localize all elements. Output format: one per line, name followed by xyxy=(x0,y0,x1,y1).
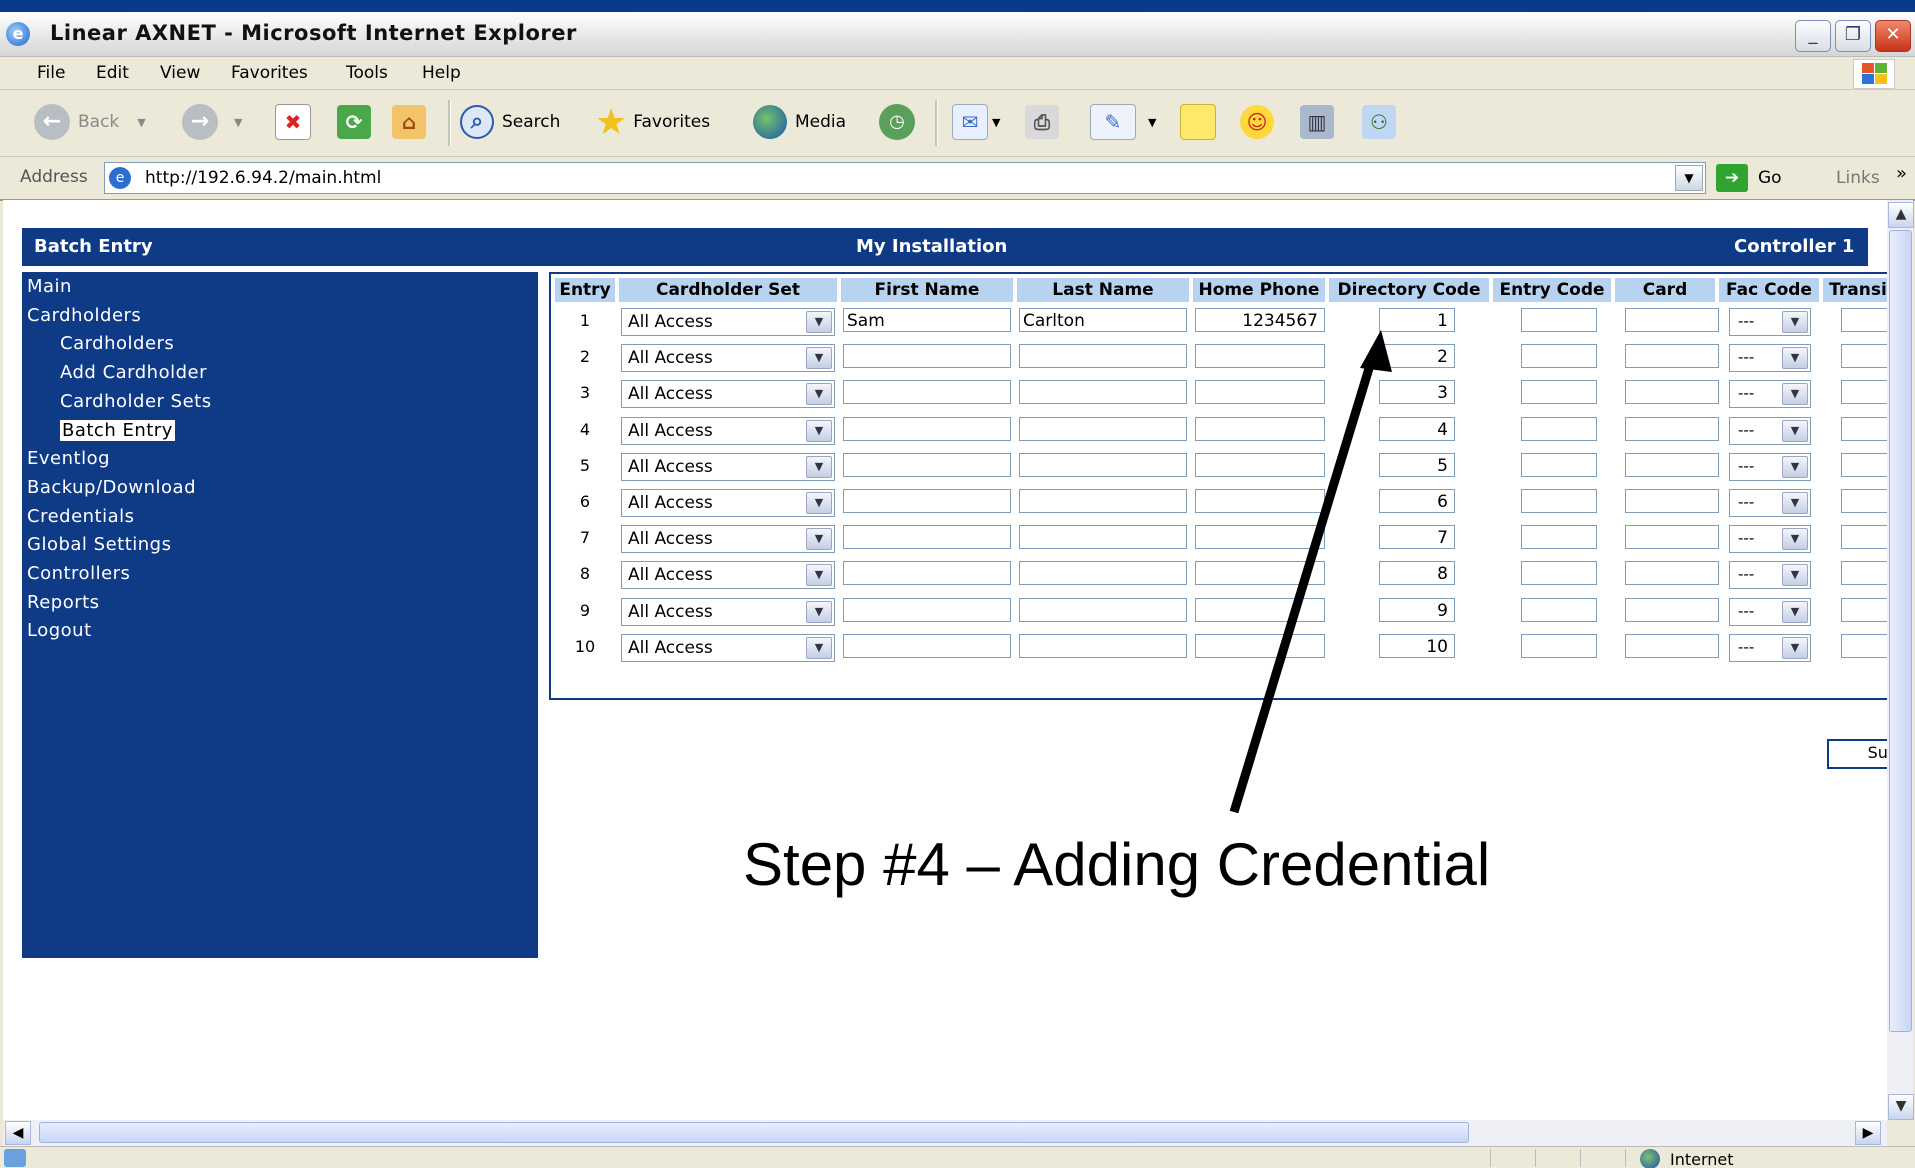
address-input[interactable]: e http://192.6.94.2/main.html ▼ xyxy=(104,162,1706,194)
stop-icon: ✖ xyxy=(275,104,311,140)
forward-button[interactable]: → ▼ xyxy=(182,104,242,140)
status-bar: Internet xyxy=(0,1146,1915,1168)
refresh-button[interactable]: ⟳ xyxy=(337,104,371,140)
home-icon: ⌂ xyxy=(392,105,426,139)
menu-favorites[interactable]: Favorites xyxy=(231,63,308,83)
page-viewport: Batch Entry My Installation Controller 1… xyxy=(3,200,1887,1120)
window-title: Linear AXNET - Microsoft Internet Explor… xyxy=(50,21,577,45)
vertical-scroll-thumb[interactable] xyxy=(1889,230,1912,1032)
search-icon: ⌕ xyxy=(460,105,494,139)
toolbar-separator xyxy=(448,100,451,146)
chevron-right-icon[interactable]: » xyxy=(1896,163,1907,184)
research-icon: ▥ xyxy=(1300,105,1334,139)
refresh-icon: ⟳ xyxy=(337,105,371,139)
links-button[interactable]: Links xyxy=(1836,168,1880,188)
scroll-left-icon[interactable]: ◀ xyxy=(5,1121,31,1145)
security-zone: Internet xyxy=(1640,1149,1734,1168)
mail-icon: ✉ xyxy=(952,104,988,140)
back-arrow-icon: ← xyxy=(34,104,70,140)
toolbar: ← Back ▼ → ▼ ✖ ⟳ ⌂ ⌕ Search ★ Favorites … xyxy=(0,90,1915,157)
restore-button[interactable]: ❐ xyxy=(1835,20,1871,52)
menu-view[interactable]: View xyxy=(160,63,200,83)
status-divider xyxy=(1535,1149,1536,1167)
address-dropdown-icon[interactable]: ▼ xyxy=(1675,165,1703,191)
browser-window: e Linear AXNET - Microsoft Internet Expl… xyxy=(0,12,1915,1168)
go-arrow-icon: ➔ xyxy=(1716,164,1748,192)
smiley-icon: ☺ xyxy=(1240,105,1274,139)
desktop-strip xyxy=(0,0,1915,12)
notes-button[interactable] xyxy=(1180,104,1216,140)
chevron-down-icon: ▼ xyxy=(992,115,1001,129)
mail-button[interactable]: ✉ ▼ xyxy=(952,104,1000,140)
star-icon: ★ xyxy=(595,101,628,143)
address-bar: Address e http://192.6.94.2/main.html ▼ … xyxy=(0,157,1915,201)
printer-icon: ⎙ xyxy=(1025,105,1059,139)
people-icon: ⚇ xyxy=(1362,105,1396,139)
search-button[interactable]: ⌕ Search xyxy=(460,104,560,140)
history-button[interactable]: ◷ xyxy=(879,104,923,140)
minimize-button[interactable]: _ xyxy=(1795,20,1831,52)
menu-tools[interactable]: Tools xyxy=(346,63,388,83)
status-divider xyxy=(1625,1149,1626,1167)
title-bar: e Linear AXNET - Microsoft Internet Expl… xyxy=(0,12,1915,57)
scroll-up-icon[interactable]: ▲ xyxy=(1888,202,1914,228)
chevron-down-icon: ▼ xyxy=(1148,115,1157,129)
media-button[interactable]: Media xyxy=(753,104,846,140)
horizontal-scrollbar[interactable]: ◀ ▶ xyxy=(3,1120,1887,1146)
chevron-down-icon: ▼ xyxy=(137,115,146,129)
home-button[interactable]: ⌂ xyxy=(392,104,426,140)
toolbar-separator xyxy=(935,100,938,146)
internet-globe-icon xyxy=(1640,1149,1660,1168)
address-url: http://192.6.94.2/main.html xyxy=(145,168,382,188)
back-button[interactable]: ← Back ▼ xyxy=(34,104,146,140)
annotation-arrow xyxy=(1229,330,1392,814)
edit-page-icon: ✎ xyxy=(1090,104,1136,140)
address-label: Address xyxy=(20,167,88,187)
stop-button[interactable]: ✖ xyxy=(275,104,311,140)
note-icon xyxy=(1180,104,1216,140)
page-status-icon xyxy=(4,1149,26,1167)
status-divider xyxy=(1490,1149,1491,1167)
menu-file[interactable]: File xyxy=(37,63,65,83)
close-button[interactable]: ✕ xyxy=(1875,20,1911,52)
edit-button[interactable]: ✎ ▼ xyxy=(1090,104,1156,140)
page-icon: e xyxy=(109,167,131,189)
chevron-down-icon: ▼ xyxy=(234,115,243,129)
favorites-button[interactable]: ★ Favorites xyxy=(595,101,710,143)
history-icon: ◷ xyxy=(879,104,915,140)
print-button[interactable]: ⎙ xyxy=(1025,104,1059,140)
menu-help[interactable]: Help xyxy=(422,63,461,83)
scroll-down-icon[interactable]: ▼ xyxy=(1888,1094,1914,1120)
contacts-button[interactable]: ⚇ xyxy=(1362,104,1396,140)
research-button[interactable]: ▥ xyxy=(1300,104,1334,140)
media-globe-icon xyxy=(753,105,787,139)
menu-bar: File Edit View Favorites Tools Help xyxy=(0,57,1915,90)
status-divider xyxy=(1580,1149,1581,1167)
forward-arrow-icon: → xyxy=(182,104,218,140)
horizontal-scroll-thumb[interactable] xyxy=(39,1122,1469,1143)
menu-edit[interactable]: Edit xyxy=(96,63,129,83)
messenger-button[interactable]: ☺ xyxy=(1240,104,1274,140)
ie-icon: e xyxy=(6,22,30,46)
scroll-right-icon[interactable]: ▶ xyxy=(1855,1121,1881,1145)
windows-logo-icon xyxy=(1853,59,1895,89)
vertical-scrollbar[interactable]: ▲ ▼ xyxy=(1887,200,1914,1120)
go-button[interactable]: ➔ Go xyxy=(1716,164,1782,192)
